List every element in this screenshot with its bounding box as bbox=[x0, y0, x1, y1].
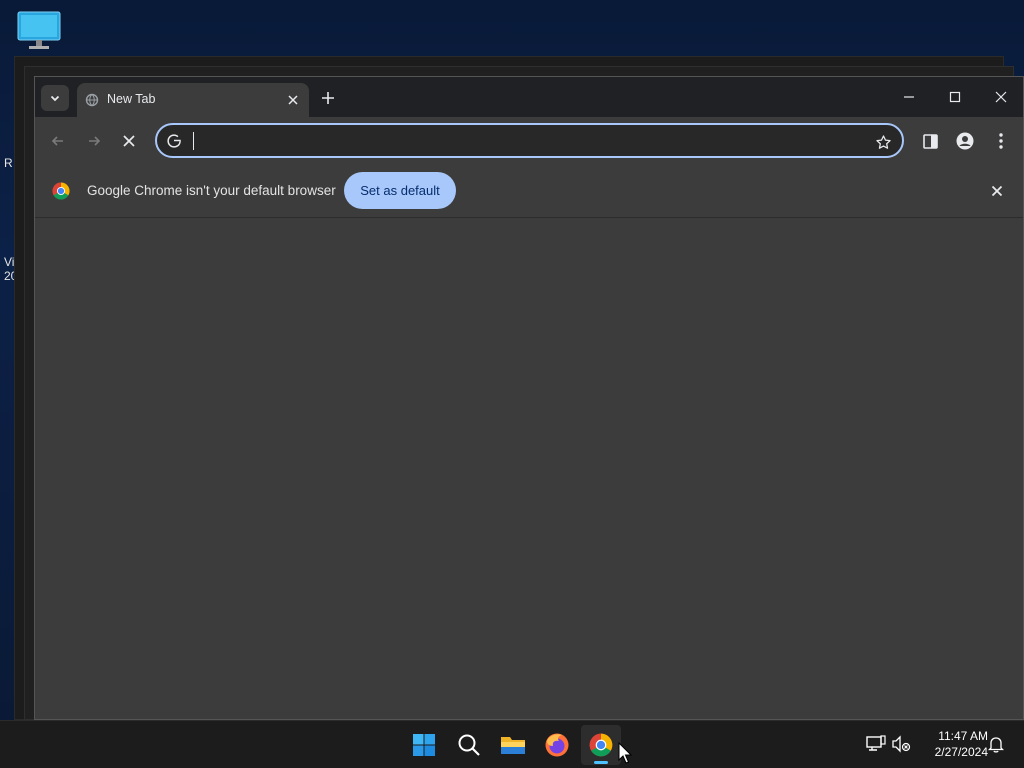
taskbar: 11:47 AM 2/27/2024 bbox=[0, 720, 1024, 768]
network-button[interactable] bbox=[865, 733, 887, 755]
chevron-down-icon bbox=[50, 95, 60, 102]
folder-icon bbox=[501, 737, 525, 754]
address-input[interactable] bbox=[193, 130, 853, 152]
close-icon bbox=[991, 185, 1003, 197]
desktop-label-fragment: Vi bbox=[4, 255, 15, 269]
set-as-default-button[interactable]: Set as default bbox=[344, 172, 456, 209]
chrome-logo-icon bbox=[52, 182, 70, 200]
kebab-menu-icon bbox=[999, 133, 1003, 149]
running-indicator bbox=[594, 761, 608, 764]
address-bar[interactable] bbox=[155, 123, 904, 158]
plus-icon bbox=[322, 92, 334, 104]
firefox-icon bbox=[545, 733, 569, 757]
globe-icon bbox=[85, 93, 99, 107]
infobar-message: Google Chrome isn't your default browser bbox=[87, 183, 336, 198]
clock-date: 2/27/2024 bbox=[934, 745, 988, 759]
close-icon bbox=[123, 135, 135, 147]
close-icon bbox=[288, 95, 298, 105]
firefox-button[interactable] bbox=[537, 725, 577, 765]
google-g-icon bbox=[167, 134, 181, 148]
maximize-icon bbox=[949, 91, 961, 103]
chrome-logo-icon bbox=[589, 733, 613, 757]
mouse-pointer-icon bbox=[618, 742, 632, 764]
profile-button[interactable] bbox=[951, 127, 979, 155]
network-icon bbox=[866, 735, 886, 751]
tab-close-button[interactable] bbox=[283, 90, 303, 110]
desktop-label-fragment: R bbox=[4, 156, 13, 170]
volume-muted-icon bbox=[892, 735, 911, 753]
system-clock[interactable]: 11:47 AM 2/27/2024 bbox=[918, 728, 988, 760]
tab-new-tab[interactable]: New Tab bbox=[77, 83, 309, 117]
text-caret bbox=[193, 132, 194, 150]
minimize-button[interactable] bbox=[886, 77, 932, 117]
volume-button[interactable] bbox=[890, 733, 912, 755]
desktop: R Vi 20 New Tab Google Chrome isn't your… bbox=[0, 0, 1024, 720]
window-close-button[interactable] bbox=[978, 77, 1024, 117]
avatar-icon bbox=[956, 132, 974, 150]
infobar-close-button[interactable] bbox=[987, 181, 1007, 201]
clock-time: 11:47 AM bbox=[938, 729, 988, 743]
forward-button[interactable] bbox=[80, 127, 108, 155]
notifications-button[interactable] bbox=[985, 733, 1007, 755]
this-pc-desktop-icon[interactable] bbox=[17, 11, 61, 51]
tab-strip: New Tab bbox=[35, 77, 1023, 117]
chrome-taskbar-button[interactable] bbox=[581, 725, 621, 765]
search-icon bbox=[458, 734, 480, 756]
default-browser-infobar: Google Chrome isn't your default browser… bbox=[35, 165, 1023, 218]
start-button[interactable] bbox=[404, 725, 444, 765]
close-icon bbox=[995, 91, 1007, 103]
windows-logo-icon bbox=[413, 734, 435, 756]
minimize-icon bbox=[904, 96, 914, 98]
stop-loading-button[interactable] bbox=[115, 127, 143, 155]
back-button[interactable] bbox=[44, 127, 72, 155]
side-panel-icon bbox=[922, 133, 938, 149]
tab-title: New Tab bbox=[107, 92, 156, 106]
taskbar-search-button[interactable] bbox=[449, 725, 489, 765]
maximize-button[interactable] bbox=[932, 77, 978, 117]
page-content[interactable] bbox=[35, 219, 1023, 719]
arrow-right-icon bbox=[89, 136, 101, 146]
new-tab-button[interactable] bbox=[315, 85, 341, 111]
toolbar bbox=[35, 117, 1023, 165]
arrow-left-icon bbox=[51, 136, 63, 146]
tab-search-button[interactable] bbox=[41, 85, 69, 111]
star-icon bbox=[875, 134, 891, 149]
menu-button[interactable] bbox=[987, 127, 1015, 155]
chrome-window: New Tab Google Chrome isn't your default… bbox=[34, 76, 1024, 720]
bell-icon bbox=[988, 737, 1004, 753]
side-panel-button[interactable] bbox=[916, 127, 944, 155]
file-explorer-button[interactable] bbox=[493, 725, 533, 765]
bookmark-button[interactable] bbox=[870, 129, 896, 155]
